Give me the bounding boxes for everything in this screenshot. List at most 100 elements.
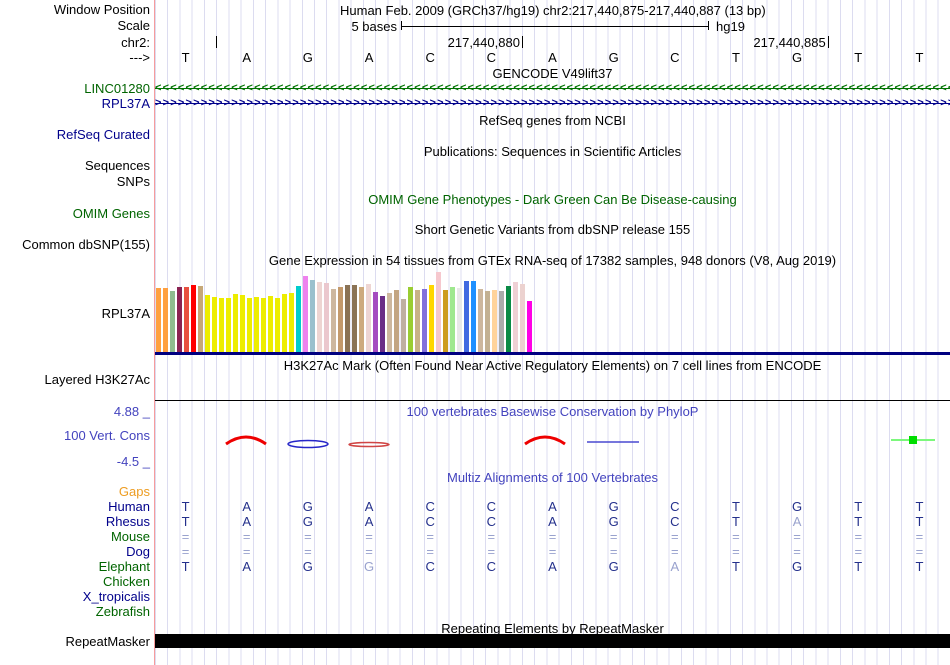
ruler-tick (216, 36, 218, 48)
alignment-base: = (365, 529, 373, 544)
gtex-tissue-bar[interactable] (499, 291, 504, 352)
gtex-tissue-bar[interactable] (240, 295, 245, 352)
gtex-tissue-bar[interactable] (198, 286, 203, 352)
gtex-tissue-bar[interactable] (345, 285, 350, 352)
gtex-tissue-bar[interactable] (527, 301, 532, 352)
species-label-elephant[interactable]: Elephant (0, 560, 150, 573)
gtex-tissue-bar[interactable] (261, 298, 266, 352)
gtex-tissue-bar[interactable] (268, 296, 273, 352)
conservation-marker (891, 436, 935, 444)
species-label-gaps[interactable]: Gaps (0, 485, 150, 498)
conservation-hline (587, 441, 639, 443)
gtex-tissue-bar[interactable] (506, 286, 511, 352)
omim-track-title: OMIM Gene Phenotypes - Dark Green Can Be… (368, 192, 737, 207)
species-label-human[interactable]: Human (0, 500, 150, 513)
alignment-base: = (304, 544, 312, 559)
gtex-tissue-bar[interactable] (303, 276, 308, 352)
gtex-tissue-bar[interactable] (408, 287, 413, 352)
alignment-base: = (915, 529, 924, 544)
common-dbsnp-label[interactable]: Common dbSNP(155) (0, 238, 150, 251)
species-label-zebrafish[interactable]: Zebrafish (0, 605, 150, 618)
gtex-tissue-bar[interactable] (478, 289, 483, 352)
alignment-base: A (548, 499, 557, 514)
conservation-label[interactable]: 100 Vert. Cons (0, 429, 150, 442)
gtex-tissue-bar[interactable] (191, 285, 196, 352)
gtex-tissue-bar[interactable] (212, 297, 217, 352)
alignment-base: A (364, 514, 374, 529)
gtex-tissue-bar[interactable] (296, 286, 301, 352)
gtex-tissue-bar[interactable] (184, 287, 189, 352)
gtex-tissue-bar[interactable] (520, 284, 525, 352)
gtex-tissue-bar[interactable] (254, 297, 259, 352)
gtex-tissue-bar[interactable] (436, 272, 441, 352)
gtex-tissue-bar[interactable] (282, 294, 287, 352)
gtex-tissue-bar[interactable] (513, 282, 518, 352)
scale-bar (401, 21, 709, 30)
species-label-mouse[interactable]: Mouse (0, 530, 150, 543)
gtex-tissue-bar[interactable] (247, 298, 252, 352)
gtex-tissue-bar[interactable] (394, 290, 399, 352)
alignment-base: C (486, 514, 497, 529)
base-letter: C (670, 50, 680, 65)
gtex-tissue-bar[interactable] (324, 283, 329, 352)
gtex-tissue-bar[interactable] (380, 296, 385, 352)
repeatmasker-element-bar[interactable] (155, 634, 950, 648)
gtex-tissue-bar[interactable] (226, 298, 231, 352)
gtex-tissue-bar[interactable] (366, 284, 371, 352)
gtex-tissue-bar[interactable] (170, 291, 175, 352)
conservation-arch (524, 435, 566, 446)
gtex-tissue-bar[interactable] (205, 295, 210, 352)
gtex-tissue-bar[interactable] (177, 287, 182, 352)
sequences-label[interactable]: Sequences (0, 159, 150, 172)
scale-value: 5 bases (351, 19, 397, 34)
gene-label-linc01280[interactable]: LINC01280 (0, 82, 150, 95)
gtex-tissue-bar[interactable] (387, 293, 392, 352)
omim-genes-label[interactable]: OMIM Genes (0, 207, 150, 220)
gene-label-rpl37a[interactable]: RPL37A (0, 97, 150, 110)
alignment-base: = (548, 544, 557, 559)
alignment-base: A (548, 559, 557, 574)
gtex-tissue-bar[interactable] (443, 290, 448, 352)
gtex-tissue-bar[interactable] (422, 289, 427, 352)
gtex-tissue-bar[interactable] (429, 285, 434, 352)
base-letter: T (181, 50, 190, 65)
base-letter: T (854, 50, 863, 65)
gtex-tissue-bar[interactable] (359, 287, 364, 352)
gtex-tissue-bar[interactable] (457, 288, 462, 352)
alignment-base: C (486, 499, 497, 514)
gtex-tissue-bar[interactable] (450, 287, 455, 352)
alignment-base: G (608, 514, 619, 529)
gtex-tissue-bar[interactable] (163, 288, 168, 352)
alignment-base: = (609, 544, 618, 559)
alignment-base: G (792, 559, 803, 574)
gtex-tissue-bar[interactable] (317, 282, 322, 352)
gtex-tissue-bar[interactable] (471, 281, 476, 352)
ruler-tick (521, 36, 523, 48)
refseq-curated-label[interactable]: RefSeq Curated (0, 128, 150, 141)
gtex-tissue-bar[interactable] (492, 290, 497, 352)
repeatmasker-label[interactable]: RepeatMasker (0, 635, 150, 648)
gtex-tissue-bar[interactable] (310, 280, 315, 352)
gtex-tissue-bar[interactable] (331, 289, 336, 352)
gtex-tissue-bar[interactable] (156, 288, 161, 352)
gtex-tissue-bar[interactable] (233, 294, 238, 352)
gtex-gene-label[interactable]: RPL37A (0, 307, 150, 320)
species-label-dog[interactable]: Dog (0, 545, 150, 558)
gtex-tissue-bar[interactable] (219, 298, 224, 352)
gene-direction-arrows-right[interactable]: >>>>>>>>>>>>>>>>>>>>>>>>>>>>>>>>>>>>>>>>… (155, 97, 950, 110)
h3k27ac-label[interactable]: Layered H3K27Ac (0, 373, 150, 386)
species-label-rhesus[interactable]: Rhesus (0, 515, 150, 528)
gene-direction-arrows-left[interactable]: <<<<<<<<<<<<<<<<<<<<<<<<<<<<<<<<<<<<<<<<… (155, 82, 950, 95)
snps-label[interactable]: SNPs (0, 175, 150, 188)
gtex-tissue-bar[interactable] (485, 291, 490, 352)
gtex-tissue-bar[interactable] (464, 281, 469, 352)
gtex-tissue-bar[interactable] (415, 290, 420, 352)
gtex-tissue-bar[interactable] (373, 292, 378, 352)
gtex-tissue-bar[interactable] (401, 299, 406, 352)
species-label-x_tropicalis[interactable]: X_tropicalis (0, 590, 150, 603)
gtex-tissue-bar[interactable] (275, 298, 280, 352)
gtex-tissue-bar[interactable] (352, 285, 357, 352)
gtex-tissue-bar[interactable] (289, 293, 294, 352)
gtex-tissue-bar[interactable] (338, 287, 343, 352)
species-label-chicken[interactable]: Chicken (0, 575, 150, 588)
